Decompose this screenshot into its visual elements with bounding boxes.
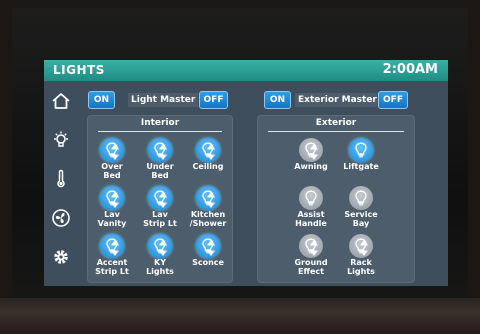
- bulb-icon: [305, 190, 317, 206]
- light-button-ceiling[interactable]: Ceiling: [186, 138, 230, 172]
- nav-home[interactable]: [46, 86, 76, 116]
- light-bulb: [148, 186, 172, 210]
- settings-gear-icon: [54, 250, 68, 264]
- exterior-title: Exterior: [315, 118, 357, 128]
- light-label-line-1: KY: [154, 258, 166, 267]
- light-master-off-button[interactable]: OFF: [199, 91, 228, 109]
- light-master-on-button[interactable]: ON: [88, 91, 115, 109]
- exterior-master-on-button[interactable]: ON: [264, 91, 291, 109]
- page-title: LIGHTS: [53, 63, 105, 77]
- dimmer-arrows-icon: [111, 240, 119, 256]
- light-label-line-2: Lights: [146, 267, 174, 276]
- dimmer-arrows-icon: [207, 240, 215, 256]
- light-button-over-bed[interactable]: Over Bed: [90, 138, 134, 180]
- exterior-divider: [268, 131, 404, 132]
- light-label-line-1: Accent: [96, 258, 128, 267]
- light-button-assist-handle[interactable]: Assist Handle: [289, 186, 333, 228]
- exterior-panel: Exterior Awning Liftgate Assist Handle Servi…: [257, 115, 415, 283]
- light-label-line-2: /Shower: [189, 219, 227, 228]
- interior-title: Interior: [140, 118, 180, 128]
- display-ledge: [0, 298, 480, 334]
- light-label-line-2: Lights: [347, 267, 375, 276]
- title-bar: LIGHTS 2:00AM: [44, 60, 448, 81]
- light-bulb: [100, 186, 124, 210]
- fan-icon: [52, 209, 70, 227]
- light-bulb: [100, 138, 124, 162]
- light-label-line-1: Over: [101, 162, 123, 171]
- dimmer-arrows-icon: [360, 240, 368, 256]
- dimmer-arrows-icon: [207, 144, 215, 160]
- light-label-line-1: Kitchen: [190, 210, 226, 219]
- light-button-awning[interactable]: Awning: [289, 138, 333, 172]
- light-bulb: [196, 186, 220, 210]
- light-label-line-1: Ground: [294, 258, 328, 267]
- light-label-line-2: Bed: [151, 171, 169, 180]
- light-button-rack-lights[interactable]: Rack Lights: [339, 234, 383, 276]
- light-label-line-2: Strip Lt: [143, 219, 177, 228]
- side-nav: [44, 81, 80, 286]
- nav-fans[interactable]: [46, 203, 76, 233]
- light-bulb: [100, 234, 124, 258]
- light-label-line-2: Bay: [352, 219, 370, 228]
- thermometer-icon: [57, 169, 65, 188]
- light-bulb: [349, 234, 373, 258]
- light-label-line-2: Strip Lt: [95, 267, 129, 276]
- dimmer-arrows-icon: [111, 144, 119, 160]
- light-bulb: [349, 186, 373, 210]
- clock: 2:00AM: [382, 62, 438, 77]
- light-label-line-2: Bed: [103, 171, 121, 180]
- interior-divider: [98, 131, 222, 132]
- dimmer-arrows-icon: [310, 144, 318, 160]
- light-bulb: [196, 234, 220, 258]
- nav-settings[interactable]: [46, 242, 76, 272]
- light-button-sconce[interactable]: Sconce: [186, 234, 230, 268]
- light-label-line-1: Service: [344, 210, 378, 219]
- dimmer-arrows-icon: [207, 192, 215, 208]
- bulb-icon: [355, 190, 367, 206]
- light-label-line-1: Ceiling: [192, 162, 224, 171]
- light-bulb: [148, 234, 172, 258]
- light-label-line-1: Under: [146, 162, 174, 171]
- light-bulb: [148, 138, 172, 162]
- bulb-icon: [355, 142, 367, 158]
- light-label-line-2: Effect: [298, 267, 324, 276]
- interior-panel: Interior Over Bed Under Bed Ceiling Lav Vanity…: [87, 115, 233, 283]
- light-button-lav-strip-lt[interactable]: Lav Strip Lt: [138, 186, 182, 228]
- dimmer-arrows-icon: [310, 240, 318, 256]
- light-button-lav-vanity[interactable]: Lav Vanity: [90, 186, 134, 228]
- dimmer-arrows-icon: [159, 240, 167, 256]
- light-button-under-bed[interactable]: Under Bed: [138, 138, 182, 180]
- light-button-service-bay[interactable]: Service Bay: [339, 186, 383, 228]
- light-label-line-1: Lav: [152, 210, 168, 219]
- light-label-line-1: Rack: [350, 258, 372, 267]
- light-bulb: [299, 138, 323, 162]
- nav-lights[interactable]: [46, 125, 76, 155]
- dimmer-arrows-icon: [159, 192, 167, 208]
- light-button-liftgate[interactable]: Liftgate: [339, 138, 383, 172]
- light-label-line-2: Vanity: [97, 219, 127, 228]
- light-button-accent-strip-lt[interactable]: Accent Strip Lt: [90, 234, 134, 276]
- light-bulb: [196, 138, 220, 162]
- light-master-label: Light Master: [128, 93, 199, 107]
- light-label-line-1: Liftgate: [343, 162, 379, 171]
- light-label-line-1: Sconce: [192, 258, 224, 267]
- dimmer-arrows-icon: [111, 192, 119, 208]
- light-button-ground-effect[interactable]: Ground Effect: [289, 234, 333, 276]
- light-button-ky-lights[interactable]: KY Lights: [138, 234, 182, 276]
- nav-climate[interactable]: [46, 164, 76, 194]
- light-bulb: [299, 234, 323, 258]
- light-button-kitchen-shower[interactable]: Kitchen/Shower: [186, 186, 230, 228]
- light-label-line-2: Handle: [295, 219, 327, 228]
- lights-screen: LIGHTS 2:00AM ON Light Master OFF ON Ext…: [44, 60, 448, 286]
- light-bulb-icon: [54, 131, 68, 147]
- light-label-line-1: Assist: [297, 210, 325, 219]
- dimmer-arrows-icon: [159, 144, 167, 160]
- exterior-master-label: Exterior Master: [295, 93, 380, 107]
- light-bulb: [349, 138, 373, 162]
- exterior-master-off-button[interactable]: OFF: [378, 91, 408, 109]
- home-icon: [52, 93, 70, 109]
- light-bulb: [299, 186, 323, 210]
- light-label-line-1: Awning: [294, 162, 328, 171]
- light-label-line-1: Lav: [104, 210, 120, 219]
